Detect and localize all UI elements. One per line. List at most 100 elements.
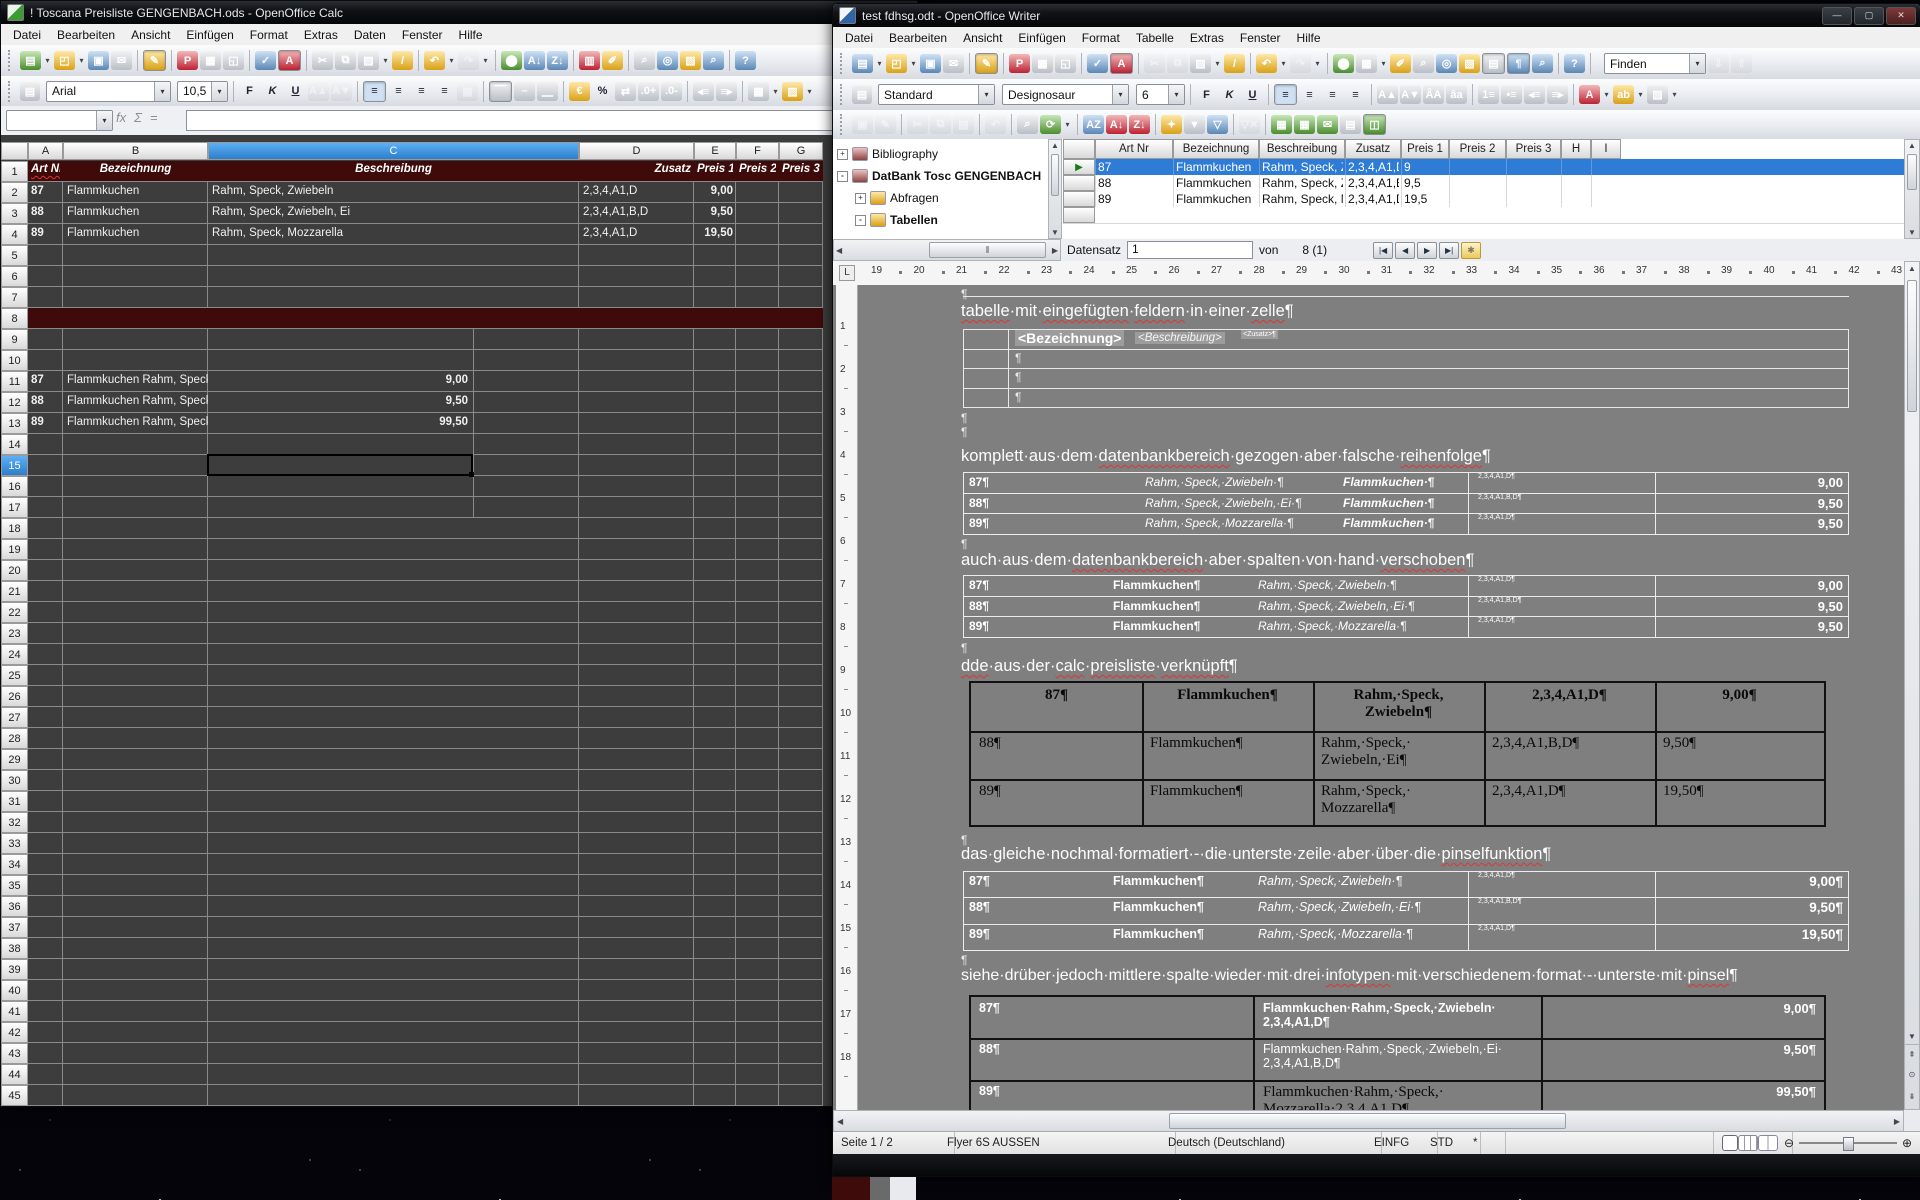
- row-header-23[interactable]: 23: [1, 623, 28, 644]
- ds-table-row[interactable]: 89FlammkuchenRahm, Speck, Mo2,3,4,A1,D19…: [1063, 191, 1904, 207]
- row-header-35[interactable]: 35: [1, 875, 28, 896]
- ds-column-header-art-nr[interactable]: Art Nr: [1095, 139, 1173, 159]
- row-header-41[interactable]: 41: [1, 1001, 28, 1022]
- ds-corner-header[interactable]: [1063, 139, 1095, 159]
- zoom-icon[interactable]: ⌕: [703, 51, 724, 70]
- writer-menu-fenster[interactable]: Fenster: [1232, 28, 1289, 48]
- next-record-icon[interactable]: ▶: [1417, 242, 1437, 259]
- ds-autofilter-icon[interactable]: ✦: [1161, 115, 1182, 134]
- find-toolbar-input[interactable]: Finden▾: [1604, 53, 1706, 74]
- ds-edit-icon[interactable]: ✎: [875, 115, 896, 134]
- ds-remove-filter-icon[interactable]: ▽✕: [1239, 115, 1260, 134]
- ds-row-marker[interactable]: ▶: [1063, 159, 1095, 175]
- ds-cell[interactable]: 19,5: [1404, 192, 1447, 206]
- document-area[interactable]: ¶tabelle·mit·eingefügten·feldern·in·eine…: [833, 285, 1904, 1110]
- writer-menu-datei[interactable]: Datei: [837, 28, 881, 48]
- ds-column-header-i[interactable]: I: [1591, 139, 1621, 159]
- sheet-header-cell[interactable]: Preis 2: [739, 163, 776, 180]
- dt-col3[interactable]: Flammkuchen·¶: [1343, 516, 1434, 530]
- uppercase-icon[interactable]: ÂA: [1423, 85, 1444, 104]
- export-pdf-icon[interactable]: P: [1009, 54, 1030, 73]
- decrease-indent-icon[interactable]: ◂≡: [693, 82, 714, 101]
- add-decimal-icon[interactable]: .0+: [638, 82, 659, 101]
- cell-bezeichnung[interactable]: Flammkuchen: [67, 185, 207, 197]
- dt-artnr[interactable]: 89¶: [969, 927, 990, 941]
- numbered-list-icon[interactable]: 1≡: [1478, 85, 1499, 104]
- cell-artnr[interactable]: 88: [31, 395, 61, 407]
- column-header-F[interactable]: F: [736, 142, 779, 160]
- zoom-in-icon[interactable]: ⊕: [1902, 1136, 1912, 1150]
- calc-menu-hilfe[interactable]: Hilfe: [451, 25, 491, 45]
- cell-text[interactable]: Flammkuchen Rahm, Speck,: [67, 374, 208, 386]
- hyperlink-icon[interactable]: ⬤: [1333, 54, 1354, 73]
- ds-refresh-dropdown-icon[interactable]: ▾: [1063, 115, 1072, 134]
- row-header-32[interactable]: 32: [1, 812, 28, 833]
- autospellcheck-icon[interactable]: A: [1110, 53, 1133, 74]
- mt-desc[interactable]: Flammkuchen·Rahm,·Speck,·Zwiebeln· 2,3,4…: [1263, 1001, 1533, 1029]
- styles-icon[interactable]: ▤: [852, 85, 872, 104]
- row-header-5[interactable]: 5: [1, 245, 28, 266]
- calc-window[interactable]: ! Toscana Preisliste GENGENBACH.ods - Op…: [0, 0, 918, 1107]
- ds-cell[interactable]: 87: [1098, 160, 1171, 174]
- status-page[interactable]: Seite 1 / 2: [833, 1132, 955, 1154]
- ds-cell[interactable]: Rahm, Speck, Zwi: [1262, 176, 1343, 190]
- dt-artnr[interactable]: 89¶: [969, 619, 989, 633]
- sort-descending-icon[interactable]: Z↓: [547, 51, 568, 70]
- email-icon[interactable]: ✉: [111, 51, 132, 70]
- merge-cells-icon[interactable]: ▦: [457, 82, 478, 101]
- cell-beschreibung[interactable]: Rahm, Speck, Zwiebeln, Ei: [212, 206, 472, 218]
- print-icon[interactable]: ▦: [1032, 54, 1053, 73]
- tree-horizontal-scrollbar[interactable]: ◀⫴▶: [833, 239, 1061, 261]
- email-icon[interactable]: ✉: [943, 54, 964, 73]
- percent-icon[interactable]: %: [592, 82, 613, 101]
- increase-indent-icon[interactable]: ≡▸: [1547, 85, 1568, 104]
- v-scroll-thumb[interactable]: [1907, 280, 1917, 412]
- column-header-A[interactable]: A: [28, 142, 63, 160]
- ds-cell[interactable]: 9,5: [1404, 176, 1447, 190]
- writer-font-size-combo[interactable]: 6▾: [1136, 84, 1185, 105]
- minimize-button[interactable]: —: [1822, 7, 1852, 25]
- ds-table-vertical-scrollbar[interactable]: ▲▼: [1904, 139, 1920, 239]
- name-box-dropdown-icon[interactable]: ▾: [96, 111, 112, 130]
- paragraph-style-combo[interactable]: Standard▾: [878, 84, 995, 105]
- dt-col2[interactable]: Rahm,·Speck,·Mozzarella·¶: [1145, 516, 1293, 530]
- redo-icon[interactable]: ↷: [458, 51, 479, 70]
- writer-font-dropdown-icon[interactable]: ▾: [1112, 85, 1128, 104]
- row-header-14[interactable]: 14: [1, 434, 28, 455]
- column-header-D[interactable]: D: [579, 142, 694, 160]
- find-replace-icon[interactable]: ⌕: [634, 51, 655, 70]
- serif-cell[interactable]: Rahm,·Speck,· Zwiebeln,·Ei¶: [1321, 735, 1482, 769]
- datasource-tree[interactable]: +Bibliography-DatBank Tosc GENGENBACH+Ab…: [833, 139, 1049, 239]
- redo-icon[interactable]: ↷: [1290, 54, 1311, 73]
- row-header-8[interactable]: 8: [1, 308, 28, 329]
- undo-icon[interactable]: ↶: [424, 51, 445, 70]
- formula-button-=[interactable]: =: [150, 110, 158, 125]
- align-bottom-icon[interactable]: ⎽: [537, 82, 558, 101]
- italic-icon[interactable]: K: [1219, 85, 1240, 104]
- field-bezeichnung[interactable]: <Bezeichnung>: [1015, 330, 1124, 346]
- column-header-G[interactable]: G: [779, 142, 823, 160]
- ds-data-to-fields-icon[interactable]: ▦: [1294, 115, 1315, 134]
- dt-col3[interactable]: Rahm,·Speck,·Zwiebeln·¶: [1258, 578, 1397, 592]
- background-color-icon[interactable]: ▨: [782, 82, 803, 101]
- undo-dropdown-icon[interactable]: ▾: [1279, 54, 1288, 73]
- ds-row-marker[interactable]: [1063, 191, 1095, 207]
- cell-beschreibung[interactable]: Rahm, Speck, Mozzarella: [212, 227, 472, 239]
- ds-data-to-text-icon[interactable]: ▦: [1271, 115, 1292, 134]
- scroll-up-icon[interactable]: ▲: [1905, 141, 1919, 150]
- tree-vertical-scrollbar[interactable]: ▲▼: [1048, 139, 1062, 239]
- background-color-dropdown-icon[interactable]: ▾: [805, 82, 814, 101]
- ds-column-header-bezeichnung[interactable]: Bezeichnung: [1173, 139, 1259, 159]
- serif-cell[interactable]: 9,00¶: [1655, 687, 1824, 704]
- dt-col3[interactable]: Rahm,·Speck,·Zwiebeln,·Ei·¶: [1258, 900, 1421, 914]
- redo-dropdown-icon[interactable]: ▾: [481, 51, 490, 70]
- zoom-out-icon[interactable]: ⊖: [1784, 1136, 1794, 1150]
- first-record-icon[interactable]: |◀: [1373, 242, 1393, 259]
- ds-cell[interactable]: 2,3,4,A1,B,: [1348, 176, 1399, 190]
- writer-menu-hilfe[interactable]: Hilfe: [1289, 28, 1329, 48]
- help-icon[interactable]: ?: [735, 51, 756, 70]
- grow-font-icon[interactable]: A▲: [308, 82, 329, 101]
- scroll-right-icon[interactable]: ▶: [1052, 240, 1058, 260]
- undo-dropdown-icon[interactable]: ▾: [447, 51, 456, 70]
- data-sources-icon[interactable]: ▤: [1482, 53, 1505, 74]
